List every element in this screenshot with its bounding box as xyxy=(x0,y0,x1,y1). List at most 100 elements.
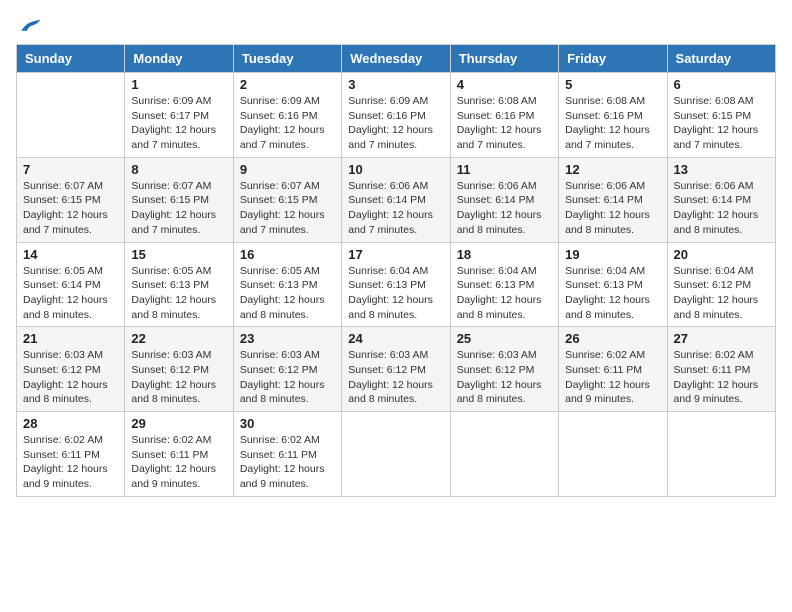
calendar-cell: 14 Sunrise: 6:05 AM Sunset: 6:14 PM Dayli… xyxy=(17,242,125,327)
column-header-tuesday: Tuesday xyxy=(233,45,341,73)
day-number: 5 xyxy=(565,77,660,92)
calendar-cell: 24 Sunrise: 6:03 AM Sunset: 6:12 PM Dayli… xyxy=(342,327,450,412)
calendar-cell: 9 Sunrise: 6:07 AM Sunset: 6:15 PM Daylig… xyxy=(233,157,341,242)
calendar-cell: 2 Sunrise: 6:09 AM Sunset: 6:16 PM Daylig… xyxy=(233,73,341,158)
day-info: Sunrise: 6:02 AM Sunset: 6:11 PM Dayligh… xyxy=(565,348,660,407)
day-info: Sunrise: 6:07 AM Sunset: 6:15 PM Dayligh… xyxy=(240,179,335,238)
calendar-cell: 21 Sunrise: 6:03 AM Sunset: 6:12 PM Dayli… xyxy=(17,327,125,412)
column-header-friday: Friday xyxy=(559,45,667,73)
day-number: 12 xyxy=(565,162,660,177)
calendar-week-row: 21 Sunrise: 6:03 AM Sunset: 6:12 PM Dayli… xyxy=(17,327,776,412)
calendar-week-row: 28 Sunrise: 6:02 AM Sunset: 6:11 PM Dayli… xyxy=(17,412,776,497)
calendar-cell xyxy=(342,412,450,497)
day-number: 24 xyxy=(348,331,443,346)
day-number: 4 xyxy=(457,77,552,92)
day-number: 19 xyxy=(565,247,660,262)
day-info: Sunrise: 6:09 AM Sunset: 6:17 PM Dayligh… xyxy=(131,94,226,153)
day-info: Sunrise: 6:09 AM Sunset: 6:16 PM Dayligh… xyxy=(240,94,335,153)
calendar-cell: 13Sunrise: 6:06 AM Sunset: 6:14 PM Dayli… xyxy=(667,157,775,242)
day-info: Sunrise: 6:03 AM Sunset: 6:12 PM Dayligh… xyxy=(23,348,118,407)
calendar-cell: 23Sunrise: 6:03 AM Sunset: 6:12 PM Dayli… xyxy=(233,327,341,412)
day-info: Sunrise: 6:03 AM Sunset: 6:12 PM Dayligh… xyxy=(348,348,443,407)
day-number: 7 xyxy=(23,162,118,177)
day-number: 10 xyxy=(348,162,443,177)
day-number: 17 xyxy=(348,247,443,262)
day-info: Sunrise: 6:06 AM Sunset: 6:14 PM Dayligh… xyxy=(348,179,443,238)
calendar-cell: 15 Sunrise: 6:05 AM Sunset: 6:13 PM Dayli… xyxy=(125,242,233,327)
day-number: 30 xyxy=(240,416,335,431)
calendar-cell xyxy=(559,412,667,497)
calendar-cell: 27 Sunrise: 6:02 AM Sunset: 6:11 PM Dayli… xyxy=(667,327,775,412)
calendar-cell: 12 Sunrise: 6:06 AM Sunset: 6:14 PM Dayli… xyxy=(559,157,667,242)
calendar-cell: 11 Sunrise: 6:06 AM Sunset: 6:14 PM Dayli… xyxy=(450,157,558,242)
column-header-saturday: Saturday xyxy=(667,45,775,73)
column-header-monday: Monday xyxy=(125,45,233,73)
day-info: Sunrise: 6:03 AM Sunset: 6:12 PM Dayligh… xyxy=(240,348,335,407)
day-info: Sunrise: 6:08 AM Sunset: 6:16 PM Dayligh… xyxy=(565,94,660,153)
calendar-cell xyxy=(667,412,775,497)
calendar-week-row: 14 Sunrise: 6:05 AM Sunset: 6:14 PM Dayli… xyxy=(17,242,776,327)
calendar-cell: 5 Sunrise: 6:08 AM Sunset: 6:16 PM Daylig… xyxy=(559,73,667,158)
day-number: 8 xyxy=(131,162,226,177)
day-info: Sunrise: 6:02 AM Sunset: 6:11 PM Dayligh… xyxy=(674,348,769,407)
calendar-cell xyxy=(17,73,125,158)
day-info: Sunrise: 6:05 AM Sunset: 6:13 PM Dayligh… xyxy=(131,264,226,323)
day-number: 11 xyxy=(457,162,552,177)
day-info: Sunrise: 6:04 AM Sunset: 6:13 PM Dayligh… xyxy=(565,264,660,323)
calendar-cell: 30 Sunrise: 6:02 AM Sunset: 6:11 PM Dayli… xyxy=(233,412,341,497)
day-number: 2 xyxy=(240,77,335,92)
logo-bird-icon xyxy=(18,16,42,36)
calendar-cell: 3 Sunrise: 6:09 AM Sunset: 6:16 PM Daylig… xyxy=(342,73,450,158)
day-number: 3 xyxy=(348,77,443,92)
calendar-cell: 25Sunrise: 6:03 AM Sunset: 6:12 PM Dayli… xyxy=(450,327,558,412)
day-info: Sunrise: 6:05 AM Sunset: 6:13 PM Dayligh… xyxy=(240,264,335,323)
day-info: Sunrise: 6:09 AM Sunset: 6:16 PM Dayligh… xyxy=(348,94,443,153)
day-info: Sunrise: 6:04 AM Sunset: 6:13 PM Dayligh… xyxy=(348,264,443,323)
day-number: 6 xyxy=(674,77,769,92)
day-number: 22 xyxy=(131,331,226,346)
day-number: 9 xyxy=(240,162,335,177)
day-info: Sunrise: 6:05 AM Sunset: 6:14 PM Dayligh… xyxy=(23,264,118,323)
calendar-week-row: 1 Sunrise: 6:09 AM Sunset: 6:17 PM Daylig… xyxy=(17,73,776,158)
day-info: Sunrise: 6:03 AM Sunset: 6:12 PM Dayligh… xyxy=(131,348,226,407)
calendar-cell: 10 Sunrise: 6:06 AM Sunset: 6:14 PM Dayli… xyxy=(342,157,450,242)
day-number: 16 xyxy=(240,247,335,262)
calendar-table: SundayMondayTuesdayWednesdayThursdayFrid… xyxy=(16,44,776,497)
day-info: Sunrise: 6:02 AM Sunset: 6:11 PM Dayligh… xyxy=(131,433,226,492)
calendar-cell: 17 Sunrise: 6:04 AM Sunset: 6:13 PM Dayli… xyxy=(342,242,450,327)
day-number: 21 xyxy=(23,331,118,346)
calendar-cell: 19 Sunrise: 6:04 AM Sunset: 6:13 PM Dayli… xyxy=(559,242,667,327)
day-number: 27 xyxy=(674,331,769,346)
day-info: Sunrise: 6:03 AM Sunset: 6:12 PM Dayligh… xyxy=(457,348,552,407)
day-number: 26 xyxy=(565,331,660,346)
logo xyxy=(16,16,42,36)
calendar-cell: 16 Sunrise: 6:05 AM Sunset: 6:13 PM Dayli… xyxy=(233,242,341,327)
calendar-cell: 26 Sunrise: 6:02 AM Sunset: 6:11 PM Dayli… xyxy=(559,327,667,412)
day-number: 15 xyxy=(131,247,226,262)
calendar-cell: 8 Sunrise: 6:07 AM Sunset: 6:15 PM Daylig… xyxy=(125,157,233,242)
day-info: Sunrise: 6:06 AM Sunset: 6:14 PM Dayligh… xyxy=(565,179,660,238)
calendar-cell: 18Sunrise: 6:04 AM Sunset: 6:13 PM Dayli… xyxy=(450,242,558,327)
day-info: Sunrise: 6:02 AM Sunset: 6:11 PM Dayligh… xyxy=(23,433,118,492)
day-number: 18 xyxy=(457,247,552,262)
day-number: 28 xyxy=(23,416,118,431)
day-number: 20 xyxy=(674,247,769,262)
calendar-cell: 28 Sunrise: 6:02 AM Sunset: 6:11 PM Dayli… xyxy=(17,412,125,497)
calendar-header-row: SundayMondayTuesdayWednesdayThursdayFrid… xyxy=(17,45,776,73)
calendar-cell: 20 Sunrise: 6:04 AM Sunset: 6:12 PM Dayli… xyxy=(667,242,775,327)
day-info: Sunrise: 6:08 AM Sunset: 6:16 PM Dayligh… xyxy=(457,94,552,153)
day-number: 1 xyxy=(131,77,226,92)
page-header xyxy=(16,16,776,36)
calendar-cell: 6Sunrise: 6:08 AM Sunset: 6:15 PM Daylig… xyxy=(667,73,775,158)
day-info: Sunrise: 6:07 AM Sunset: 6:15 PM Dayligh… xyxy=(131,179,226,238)
day-number: 13 xyxy=(674,162,769,177)
column-header-wednesday: Wednesday xyxy=(342,45,450,73)
calendar-week-row: 7 Sunrise: 6:07 AM Sunset: 6:15 PM Daylig… xyxy=(17,157,776,242)
day-info: Sunrise: 6:02 AM Sunset: 6:11 PM Dayligh… xyxy=(240,433,335,492)
calendar-cell: 4 Sunrise: 6:08 AM Sunset: 6:16 PM Daylig… xyxy=(450,73,558,158)
day-number: 14 xyxy=(23,247,118,262)
day-info: Sunrise: 6:06 AM Sunset: 6:14 PM Dayligh… xyxy=(457,179,552,238)
calendar-cell: 22 Sunrise: 6:03 AM Sunset: 6:12 PM Dayli… xyxy=(125,327,233,412)
day-info: Sunrise: 6:04 AM Sunset: 6:12 PM Dayligh… xyxy=(674,264,769,323)
calendar-cell: 29Sunrise: 6:02 AM Sunset: 6:11 PM Dayli… xyxy=(125,412,233,497)
